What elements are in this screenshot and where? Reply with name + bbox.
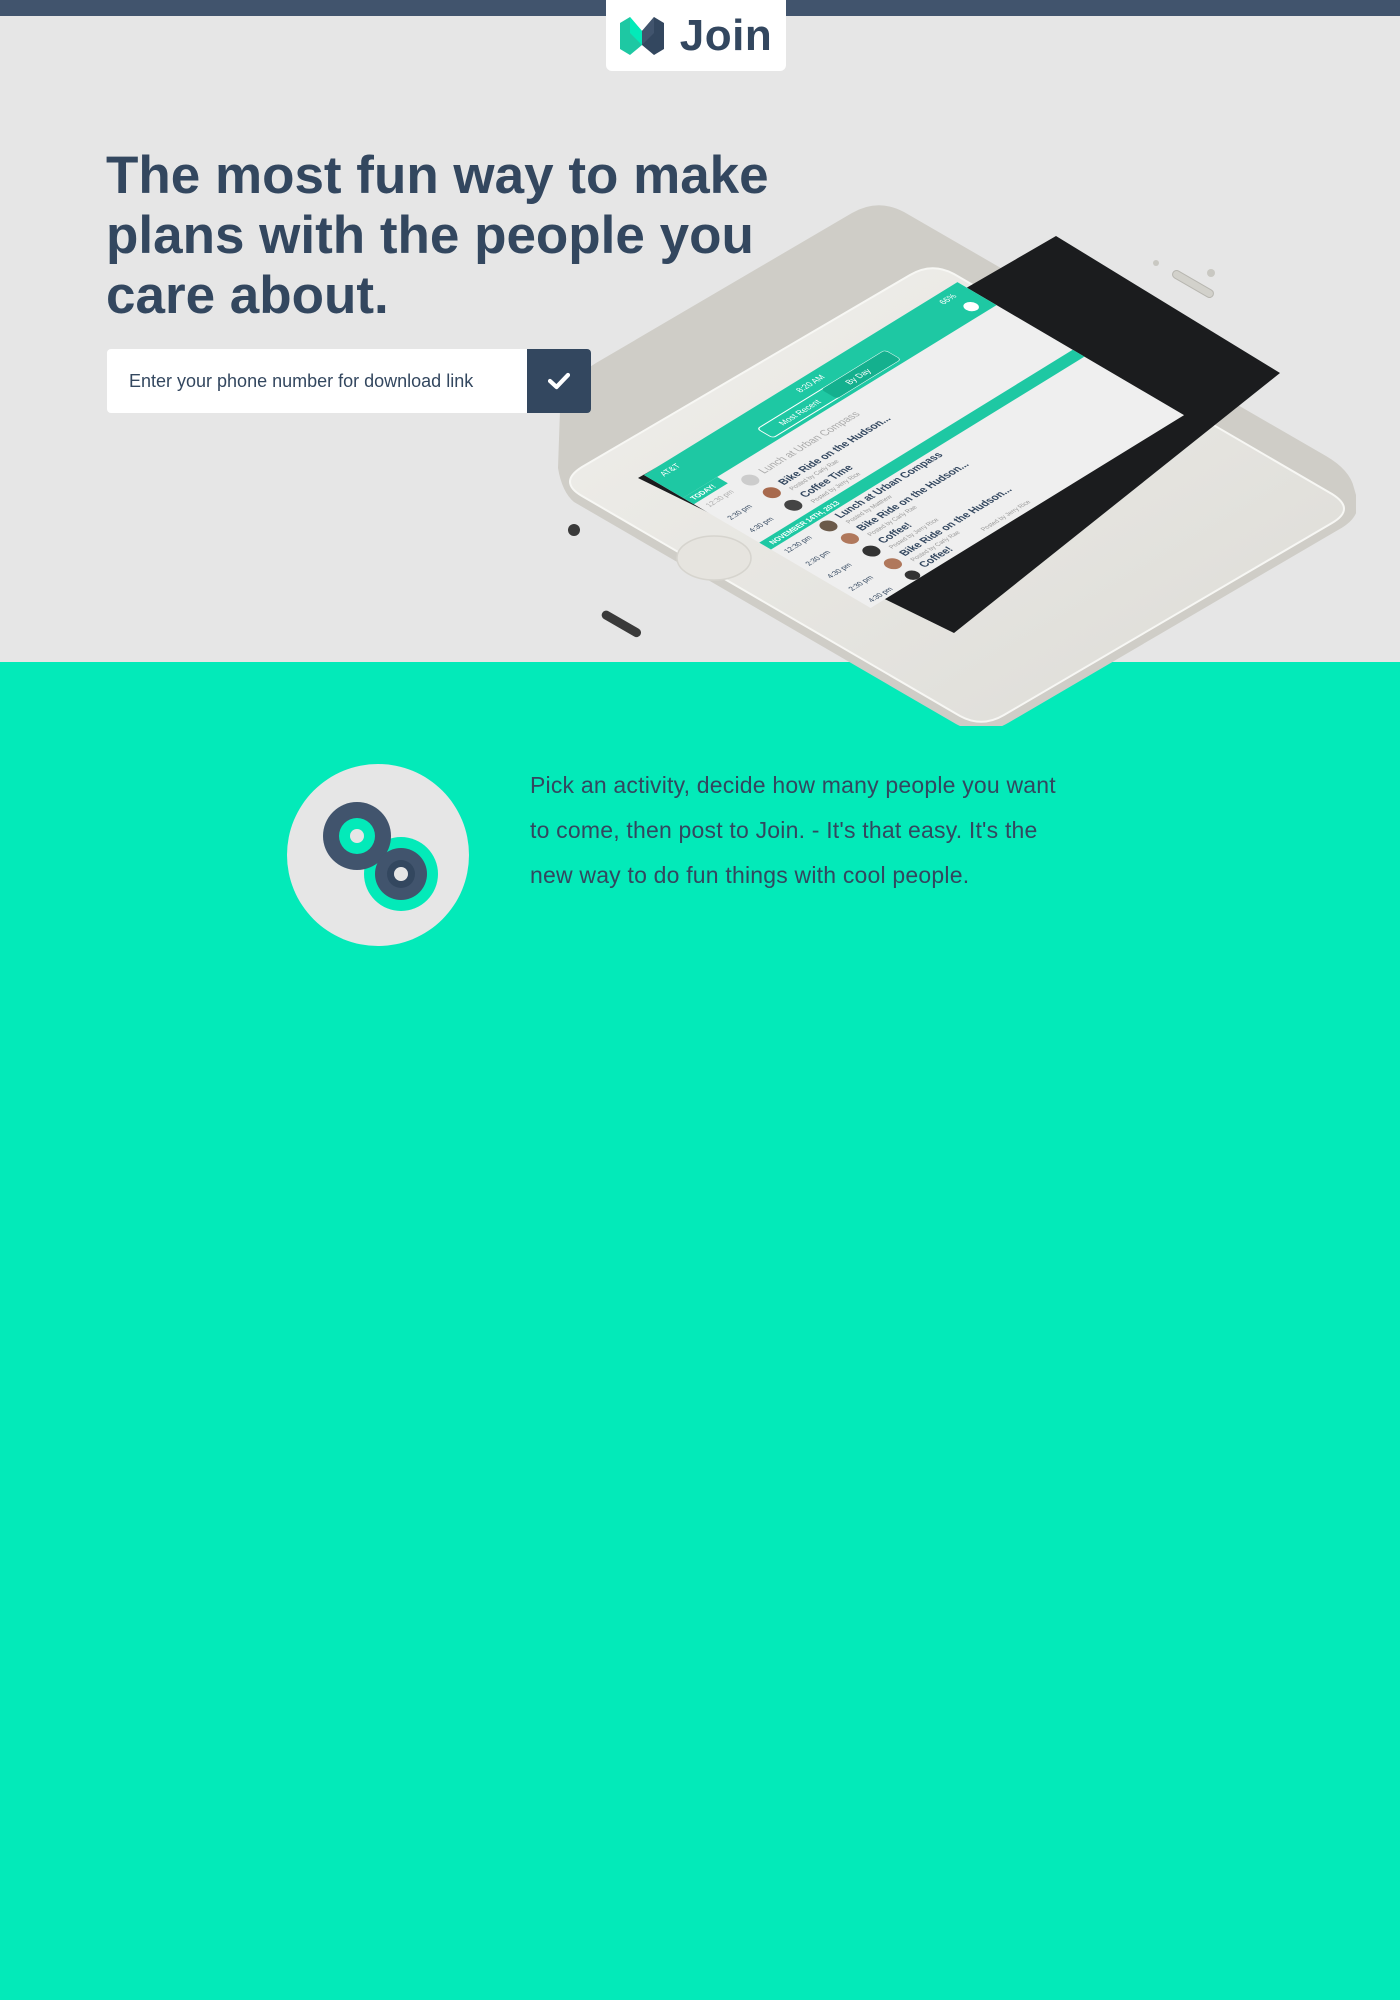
join-logo-icon xyxy=(619,16,664,55)
feature-description: Pick an activity, decide how many people… xyxy=(530,772,1056,888)
infinity-loop-icon xyxy=(287,764,469,946)
front-camera xyxy=(1207,269,1215,277)
phone-illustration: AT&T 8:20 AM 66% Most Recent By Day TODA… xyxy=(558,205,1356,726)
phone-mockup: AT&T 8:20 AM 66% Most Recent By Day TODA… xyxy=(556,196,1356,726)
brand-name: Join xyxy=(679,10,773,60)
lightning-port xyxy=(601,610,642,638)
checkmark-icon xyxy=(548,372,570,390)
phone-number-input[interactable] xyxy=(107,349,527,413)
headphone-jack xyxy=(568,524,580,536)
logo-tab[interactable]: Join xyxy=(606,0,786,71)
submit-button[interactable] xyxy=(527,349,591,413)
home-button xyxy=(676,535,752,581)
download-link-form xyxy=(107,349,591,413)
